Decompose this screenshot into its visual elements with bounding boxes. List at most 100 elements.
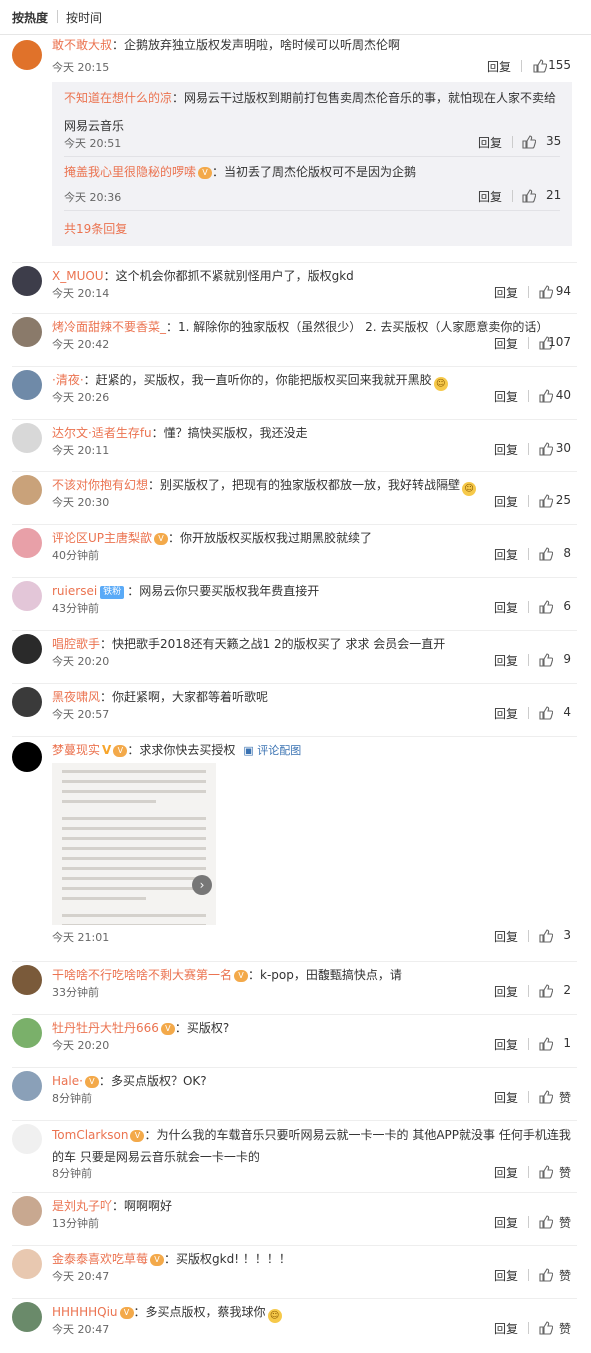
like-icon[interactable] xyxy=(539,706,553,720)
comment-text: 买版权? xyxy=(186,1021,230,1035)
avatar[interactable] xyxy=(12,1196,42,1226)
comment-time: 今天 20:57 xyxy=(52,708,110,721)
comment-image[interactable]: › xyxy=(52,763,216,925)
like-icon[interactable] xyxy=(533,59,547,73)
comment-username[interactable]: 牡丹牡丹大牡丹666 xyxy=(52,1021,159,1035)
reply-button[interactable]: 回复 xyxy=(494,441,518,458)
like-icon[interactable] xyxy=(539,653,553,667)
like-icon[interactable] xyxy=(539,929,553,943)
comment-username[interactable]: 干啥啥不行吃啥啥不剩大赛第一名 xyxy=(52,968,232,982)
divider xyxy=(528,443,529,455)
comment-username[interactable]: 烤冷面甜辣不要香菜_ xyxy=(52,320,166,334)
sort-by-time[interactable]: 按时间 xyxy=(66,9,102,26)
comment-time: 今天 20:47 xyxy=(52,1270,110,1283)
like-icon[interactable] xyxy=(539,442,553,456)
comment-time: 今天 20:26 xyxy=(52,391,110,404)
comment-time: 今天 20:15 xyxy=(52,61,110,74)
comment-item: X_MUOU：这个机会你都抓不紧就别怪用户了，版权gkd 今天 20:14 回复 94 xyxy=(0,262,591,313)
like-icon[interactable] xyxy=(539,1321,553,1335)
like-icon[interactable] xyxy=(539,285,553,299)
reply-button[interactable]: 回复 xyxy=(478,134,502,151)
divider xyxy=(528,548,529,560)
comment-username[interactable]: Hale· xyxy=(52,1074,83,1088)
avatar[interactable] xyxy=(12,634,42,664)
like-icon[interactable] xyxy=(539,547,553,561)
avatar[interactable] xyxy=(12,475,42,505)
avatar[interactable] xyxy=(12,370,42,400)
divider xyxy=(528,1091,529,1103)
reply-username[interactable]: 不知道在想什么的凉 xyxy=(64,91,172,105)
like-icon[interactable] xyxy=(522,189,536,203)
comment-username[interactable]: ruiersei xyxy=(52,584,97,598)
reply-button[interactable]: 回复 xyxy=(494,983,518,1000)
avatar[interactable] xyxy=(12,742,42,772)
more-replies-link[interactable]: 共19条回复 xyxy=(64,220,127,237)
like-icon[interactable] xyxy=(539,1165,553,1179)
reply-button[interactable]: 回复 xyxy=(494,284,518,301)
reply-button[interactable]: 回复 xyxy=(478,188,502,205)
like-icon[interactable] xyxy=(539,1037,553,1051)
reply-button[interactable]: 回复 xyxy=(487,58,511,75)
comment-username[interactable]: 评论区UP主唐梨歆 xyxy=(52,531,152,545)
avatar[interactable] xyxy=(12,965,42,995)
comment-text: 求求你快去买授权 xyxy=(139,743,236,757)
avatar[interactable] xyxy=(12,1249,42,1279)
reply-button[interactable]: 回复 xyxy=(494,388,518,405)
avatar[interactable] xyxy=(12,1018,42,1048)
comment-username[interactable]: X_MUOU xyxy=(52,269,104,283)
reply-button[interactable]: 回复 xyxy=(494,1089,518,1106)
avatar[interactable] xyxy=(12,40,42,70)
reply-button[interactable]: 回复 xyxy=(494,652,518,669)
comment-username[interactable]: 金泰泰喜欢吃草莓 xyxy=(52,1252,148,1266)
reply-button[interactable]: 回复 xyxy=(494,1267,518,1284)
reply-button[interactable]: 回复 xyxy=(494,705,518,722)
like-icon[interactable] xyxy=(539,389,553,403)
comment-image-link[interactable]: ▣ 评论配图 xyxy=(243,744,301,757)
divider xyxy=(12,471,577,472)
sort-by-hot[interactable]: 按热度 xyxy=(12,9,48,26)
comment-username[interactable]: 梦蔓现实 xyxy=(52,743,100,757)
like-icon[interactable] xyxy=(539,1090,553,1104)
avatar[interactable] xyxy=(12,1302,42,1332)
avatar[interactable] xyxy=(12,1124,42,1154)
comment-username[interactable]: ·清夜· xyxy=(52,373,84,387)
avatar[interactable] xyxy=(12,317,42,347)
comment-username[interactable]: 唱腔歌手 xyxy=(52,637,100,651)
vip-icon: V xyxy=(130,1130,145,1142)
avatar[interactable] xyxy=(12,687,42,717)
comment-username[interactable]: 黑夜啸风 xyxy=(52,690,100,704)
comment-username[interactable]: TomClarkson xyxy=(52,1128,128,1142)
comment-username[interactable]: HHHHHQiu xyxy=(52,1305,118,1319)
avatar[interactable] xyxy=(12,266,42,296)
avatar[interactable] xyxy=(12,1071,42,1101)
reply-username[interactable]: 掩盖我心里很隐秘的啰嗦 xyxy=(64,165,196,179)
reply-button[interactable]: 回复 xyxy=(494,1164,518,1181)
comment-text: 多买点版权？OK? xyxy=(110,1074,207,1088)
like-count: 8 xyxy=(563,546,571,560)
reply-button[interactable]: 回复 xyxy=(494,1214,518,1231)
avatar[interactable] xyxy=(12,423,42,453)
reply-button[interactable]: 回复 xyxy=(494,493,518,510)
reply-button[interactable]: 回复 xyxy=(494,928,518,945)
comment-item: 敢不敢大叔：企鹅放弃独立版权发声明啦，啥时候可以听周杰伦啊 今天 20:15 回… xyxy=(0,34,591,262)
like-icon[interactable] xyxy=(539,1268,553,1282)
like-count: 35 xyxy=(546,134,562,148)
like-icon[interactable] xyxy=(539,494,553,508)
comment-username[interactable]: 是刘丸子吖 xyxy=(52,1199,112,1213)
comment-username[interactable]: 敢不敢大叔 xyxy=(52,38,112,52)
comment-username[interactable]: 不该对你抱有幻想 xyxy=(52,478,148,492)
like-icon[interactable] xyxy=(522,135,536,149)
reply-button[interactable]: 回复 xyxy=(494,335,518,352)
avatar[interactable] xyxy=(12,581,42,611)
like-icon[interactable] xyxy=(539,600,553,614)
avatar[interactable] xyxy=(12,528,42,558)
comment-username[interactable]: 达尔文·适者生存fu xyxy=(52,426,152,440)
reply-button[interactable]: 回复 xyxy=(494,1320,518,1337)
reply-button[interactable]: 回复 xyxy=(494,599,518,616)
reply-button[interactable]: 回复 xyxy=(494,546,518,563)
comment-text: k-pop，田馥甄搞快点，请 xyxy=(260,968,402,982)
like-icon[interactable] xyxy=(539,1215,553,1229)
like-icon[interactable] xyxy=(539,984,553,998)
next-arrow-icon[interactable]: › xyxy=(192,875,212,895)
reply-button[interactable]: 回复 xyxy=(494,1036,518,1053)
